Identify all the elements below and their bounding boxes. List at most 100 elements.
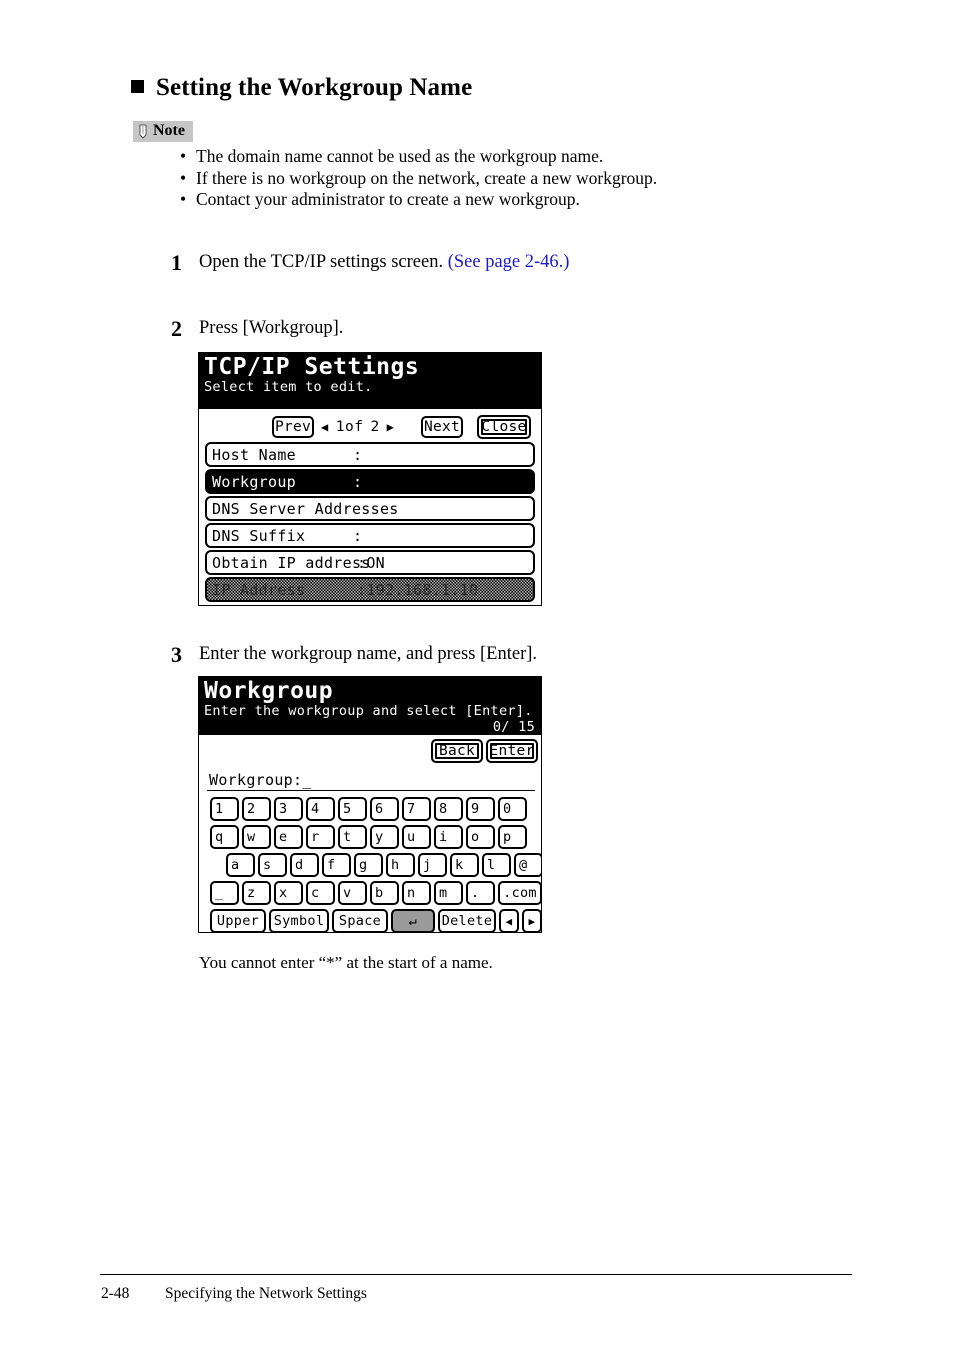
note-list-item: • If there is no workgroup on the network… [180,168,657,190]
note-item-text: Contact your administrator to create a n… [196,189,580,209]
key-s[interactable]: s [258,853,287,877]
note-item-text: If there is no workgroup on the network,… [196,167,658,188]
key-c[interactable]: c [306,881,335,905]
step-1-body: Open the TCP/IP settings screen. [199,252,448,272]
key-3[interactable]: 3 [274,797,303,821]
list-item-host-name[interactable]: Host Name : [205,442,535,467]
next-button[interactable]: Next [421,416,463,438]
key-v[interactable]: v [338,881,367,905]
cursor-left-key[interactable]: ◀ [499,909,519,932]
workgroup-field-label[interactable]: Workgroup:_ [209,771,312,789]
step-3-text: Enter the workgroup name, and press [Ent… [199,644,538,664]
cursor-right-key[interactable]: ▶ [522,909,541,932]
key-underscore[interactable]: _ [210,881,239,905]
workgroup-field-underline [207,790,535,791]
key-b[interactable]: b [370,881,399,905]
bullet-icon: • [180,146,187,166]
key-8[interactable]: 8 [434,797,463,821]
key-l[interactable]: l [482,853,511,877]
footer-page-number: 2-48 [101,1285,130,1302]
tcpip-nav-row: Prev ◀ 1of 2 ▶ Next Close [199,415,541,439]
workgroup-screen-header: Workgroup Enter the workgroup and select… [199,677,541,735]
row-label: DNS Suffix [212,526,306,545]
enter-button[interactable]: Enter [486,739,538,763]
key-p[interactable]: p [498,825,527,849]
symbol-key[interactable]: Symbol [269,909,329,932]
key-6[interactable]: 6 [370,797,399,821]
key-a[interactable]: a [226,853,255,877]
key-period[interactable]: . [466,881,495,905]
key-w[interactable]: w [242,825,271,849]
list-item-ip-address[interactable]: IP Address :192.168.1.10 [205,577,535,602]
page-title: Setting the Workgroup Name [131,74,472,102]
row-label: Host Name [212,445,296,464]
key-e[interactable]: e [274,825,303,849]
key-o[interactable]: o [466,825,495,849]
heading-square-marker [131,80,144,93]
upper-key[interactable]: Upper [210,909,266,932]
close-button[interactable]: Close [477,415,531,439]
prev-button[interactable]: Prev [272,416,314,438]
key-m[interactable]: m [434,881,463,905]
row-label: Workgroup [212,472,296,491]
key-u[interactable]: u [402,825,431,849]
key-h[interactable]: h [386,853,415,877]
key-4[interactable]: 4 [306,797,335,821]
right-arrow-icon[interactable]: ▶ [387,421,395,433]
back-button[interactable]: Back [431,739,483,763]
row-value: :192.168.1.10 [357,580,479,599]
caption-text: You cannot enter “*” at the start of a n… [199,953,493,972]
delete-key[interactable]: Delete [438,909,496,932]
footer-divider [100,1274,852,1275]
key-f[interactable]: f [322,853,351,877]
return-key[interactable]: ↵ [391,909,435,932]
key-j[interactable]: j [418,853,447,877]
key-g[interactable]: g [354,853,383,877]
key-q[interactable]: q [210,825,239,849]
key-x[interactable]: x [274,881,303,905]
tcpip-screen-title: TCP/IP Settings [204,354,420,380]
key-0[interactable]: 0 [498,797,527,821]
key-r[interactable]: r [306,825,335,849]
step-2-number: 2 [171,316,182,341]
key-d[interactable]: d [290,853,319,877]
row-label: DNS Server Addresses [212,499,399,518]
step-1-text: Open the TCP/IP settings screen. (See pa… [199,252,569,273]
workgroup-screen-subtitle: Enter the workgroup and select [Enter]. [204,703,533,719]
row-colon: : [353,445,363,464]
key-9[interactable]: 9 [466,797,495,821]
key-t[interactable]: t [338,825,367,849]
key-z[interactable]: z [242,881,271,905]
workgroup-input-screen: Workgroup Enter the workgroup and select… [198,676,542,933]
key-y[interactable]: y [370,825,399,849]
note-list-item: • Contact your administrator to create a … [180,189,657,211]
row-colon: : [353,472,363,491]
note-list: • The domain name cannot be used as the w… [180,146,657,211]
key-7[interactable]: 7 [402,797,431,821]
step-3-number: 3 [171,642,182,667]
key-1[interactable]: 1 [210,797,239,821]
bullet-icon: • [180,189,187,209]
key-2[interactable]: 2 [242,797,271,821]
list-item-dns-server-addresses[interactable]: DNS Server Addresses [205,496,535,521]
page-total: 2 [370,419,380,435]
left-arrow-icon[interactable]: ◀ [321,421,329,433]
list-item-dns-suffix[interactable]: DNS Suffix : [205,523,535,548]
see-page-2-46-link[interactable]: (See page 2-46.) [448,252,570,272]
page-indicator: ◀ 1of 2 ▶ [321,419,394,435]
tcpip-settings-screen: TCP/IP Settings Select item to edit. Pre… [198,352,542,606]
workgroup-screen-body: Back Enter Workgroup:_ 1 2 3 4 5 6 7 8 9… [199,735,541,932]
page-title-text: Setting the Workgroup Name [156,74,473,101]
key-dot-com[interactable]: .com [498,881,541,905]
space-key[interactable]: Space [332,909,388,932]
key-5[interactable]: 5 [338,797,367,821]
key-at[interactable]: @ [514,853,541,877]
key-n[interactable]: n [402,881,431,905]
key-k[interactable]: k [450,853,479,877]
list-item-obtain-ip-address[interactable]: Obtain IP address :ON [205,550,535,575]
list-item-workgroup[interactable]: Workgroup : [205,469,535,494]
step-1-number: 1 [171,250,182,275]
footer-section-title: Specifying the Network Settings [165,1285,367,1302]
row-value: :ON [357,553,385,572]
key-i[interactable]: i [434,825,463,849]
